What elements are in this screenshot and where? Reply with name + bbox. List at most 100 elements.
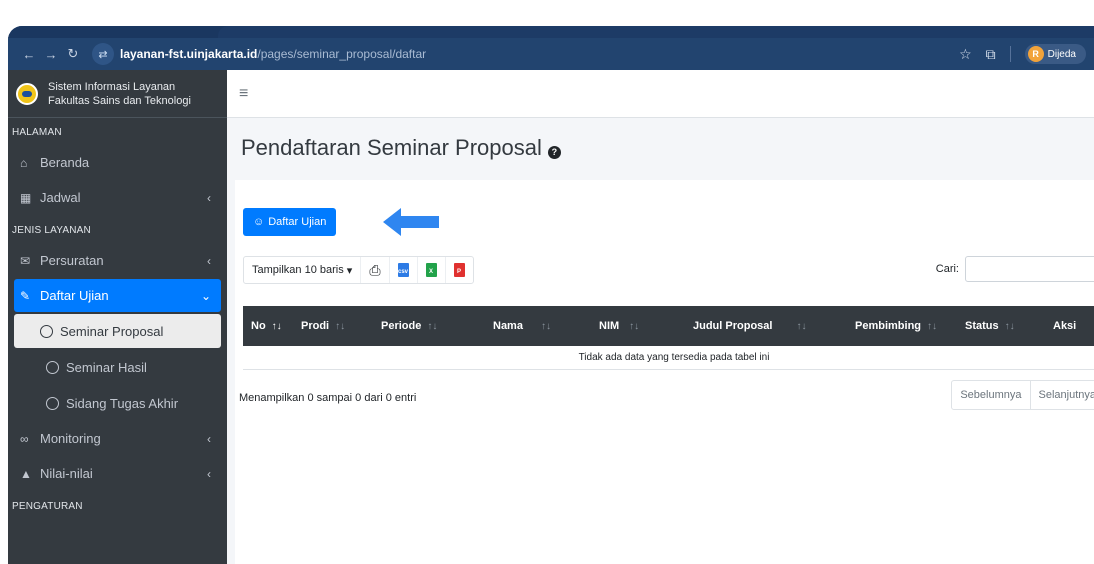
table-search: Cari: [936, 256, 1094, 282]
sidebar-item-beranda[interactable]: ⌂ Beranda [8, 146, 221, 179]
sidebar-item-label: Jadwal [40, 190, 81, 205]
column-header-periode[interactable]: Periode ↑↓ [381, 306, 437, 346]
brand-line-2: Fakultas Sains dan Teknologi [48, 94, 191, 107]
column-label: Nama [493, 320, 523, 332]
sidebar-item-label: Nilai-nilai [40, 466, 93, 481]
column-header-nim[interactable]: NIM ↑↓ [599, 306, 639, 346]
sort-icon: ↑↓ [796, 320, 807, 332]
length-menu-label: Tampilkan 10 baris [252, 264, 344, 276]
edit-icon: ✎ [20, 288, 31, 303]
brand-line-1: Sistem Informasi Layanan [48, 80, 176, 93]
profile-name: Dijeda [1047, 48, 1076, 60]
column-label: Prodi [301, 320, 330, 332]
nav-header-pengaturan: PENGATURAN [12, 501, 83, 512]
back-icon[interactable]: ← [18, 47, 40, 62]
avatar: R [1027, 46, 1044, 62]
sidebar-item-label: Beranda [40, 155, 90, 170]
column-header-judul-proposal[interactable]: Judul Proposal ↑↓ [693, 306, 806, 346]
url-path: /pages/seminar_proposal/daftar [257, 47, 427, 61]
browser-toolbar: ← → ↻ ⇄ layanan-fst.uinjakarta.id/pages/… [8, 38, 1094, 70]
bookmark-star-icon[interactable]: ☆ [959, 46, 972, 63]
chevron-left-icon: ‹ [207, 431, 211, 446]
forward-icon[interactable]: → [40, 47, 62, 62]
excel-button[interactable]: X [418, 257, 446, 283]
print-icon: ⎙ [369, 261, 381, 278]
table-empty-row: Tidak ada data yang tersedia pada tabel … [243, 346, 1094, 370]
table-toolbar: Tampilkan 10 baris ▾ ⎙ csv X P [243, 256, 474, 284]
sort-icon: ↑↓ [1004, 320, 1015, 332]
site-info-icon[interactable]: ⇄ [92, 43, 114, 65]
chart-line-icon: ∞ [20, 431, 29, 446]
extensions-icon[interactable]: ⧉ [986, 46, 996, 63]
page-title: Pendaftaran Seminar Proposal? [241, 135, 561, 161]
home-icon: ⌂ [20, 155, 28, 170]
sidebar-subitem-sidang-tugas-akhir[interactable]: Sidang Tugas Akhir [14, 386, 221, 420]
sort-icon: ↑↓ [540, 320, 551, 332]
sidebar-item-label: Seminar Proposal [60, 323, 164, 339]
sidebar: Sistem Informasi Layanan Fakultas Sains … [8, 70, 227, 564]
column-header-aksi: Aksi [1053, 306, 1076, 346]
pdf-file-icon: P [453, 263, 465, 277]
table-info: Menampilkan 0 sampai 0 dari 0 entri [239, 392, 417, 404]
empty-message: Tidak ada data yang tersedia pada tabel … [578, 352, 770, 363]
print-button[interactable]: ⎙ [361, 257, 390, 283]
sidebar-item-monitoring[interactable]: ∞ Monitoring ‹ [8, 422, 221, 455]
daftar-ujian-button-label: Daftar Ujian [268, 216, 327, 228]
hamburger-menu-icon[interactable]: ≡ [239, 85, 248, 103]
next-page-button[interactable]: Selanjutnya [1031, 381, 1094, 409]
previous-page-button[interactable]: Sebelumnya [952, 381, 1031, 409]
question-circle-icon[interactable]: ? [547, 145, 561, 159]
sidebar-item-label: Seminar Hasil [66, 359, 147, 375]
sidebar-item-daftar-ujian[interactable]: ✎ Daftar Ujian ⌄ [14, 279, 221, 312]
sidebar-subitem-seminar-proposal[interactable]: Seminar Proposal [14, 314, 221, 348]
graduation-cap-icon: ▲ [20, 466, 32, 481]
address-bar[interactable]: ⇄ layanan-fst.uinjakarta.id/pages/semina… [92, 42, 426, 66]
caret-down-icon: ▾ [346, 264, 353, 277]
active-tab[interactable] [218, 26, 1094, 38]
sidebar-item-nilai[interactable]: ▲ Nilai-nilai ‹ [8, 457, 221, 490]
sort-icon: ↑↓ [927, 320, 938, 332]
column-header-status[interactable]: Status ↑↓ [965, 306, 1015, 346]
top-navbar: ≡ [227, 70, 1094, 118]
nav-header-halaman: HALAMAN [12, 127, 62, 138]
sidebar-item-label: Persuratan [40, 253, 104, 268]
chevron-down-icon: ⌄ [200, 288, 211, 303]
user-edit-icon: ☺ [253, 216, 265, 228]
column-header-nama[interactable]: Nama ↑↓ [493, 306, 551, 346]
sort-icon: ↑↓ [335, 320, 346, 332]
chevron-left-icon: ‹ [207, 466, 211, 481]
sort-icon: ↑↓ [629, 320, 640, 332]
chevron-left-icon: ‹ [207, 253, 211, 268]
arrow-left-icon [383, 208, 439, 236]
sidebar-item-label: Sidang Tugas Akhir [66, 395, 179, 411]
csv-button[interactable]: csv [390, 257, 418, 283]
browser-window: ← → ↻ ⇄ layanan-fst.uinjakarta.id/pages/… [8, 26, 1094, 564]
profile-button[interactable]: R Dijeda [1024, 44, 1086, 64]
search-label: Cari: [935, 263, 959, 275]
sort-asc-icon: ↑↓ [271, 320, 282, 332]
tab-strip [8, 26, 1094, 38]
circle-icon [40, 324, 53, 338]
search-input[interactable] [965, 256, 1094, 282]
page-title-text: Pendaftaran Seminar Proposal [241, 135, 542, 160]
reload-icon[interactable]: ↻ [62, 46, 84, 62]
sidebar-item-persuratan[interactable]: ✉ Persuratan ‹ [8, 244, 221, 277]
brand-text: Sistem Informasi Layanan Fakultas Sains … [48, 80, 191, 108]
sidebar-item-jadwal[interactable]: ▦ Jadwal ‹ [8, 181, 221, 214]
main-content: ≡ Pendaftaran Seminar Proposal? ☺ Daftar… [227, 70, 1094, 564]
column-header-pembimbing[interactable]: Pembimbing ↑↓ [855, 306, 937, 346]
column-header-no[interactable]: No ↑↓ [251, 306, 282, 346]
column-header-prodi[interactable]: Prodi ↑↓ [301, 306, 345, 346]
length-menu-button[interactable]: Tampilkan 10 baris ▾ [244, 257, 362, 283]
pdf-button[interactable]: P [446, 257, 473, 283]
sidebar-item-label: Monitoring [40, 431, 101, 446]
daftar-ujian-button[interactable]: ☺ Daftar Ujian [243, 208, 337, 236]
circle-icon [46, 360, 59, 374]
column-label: Judul Proposal [693, 320, 773, 332]
column-label: Aksi [1053, 320, 1077, 332]
sidebar-subitem-seminar-hasil[interactable]: Seminar Hasil [14, 350, 221, 384]
brand[interactable]: Sistem Informasi Layanan Fakultas Sains … [8, 70, 227, 118]
column-label: Status [965, 320, 999, 332]
calendar-icon: ▦ [20, 190, 32, 205]
toolbar-divider [1009, 46, 1011, 62]
